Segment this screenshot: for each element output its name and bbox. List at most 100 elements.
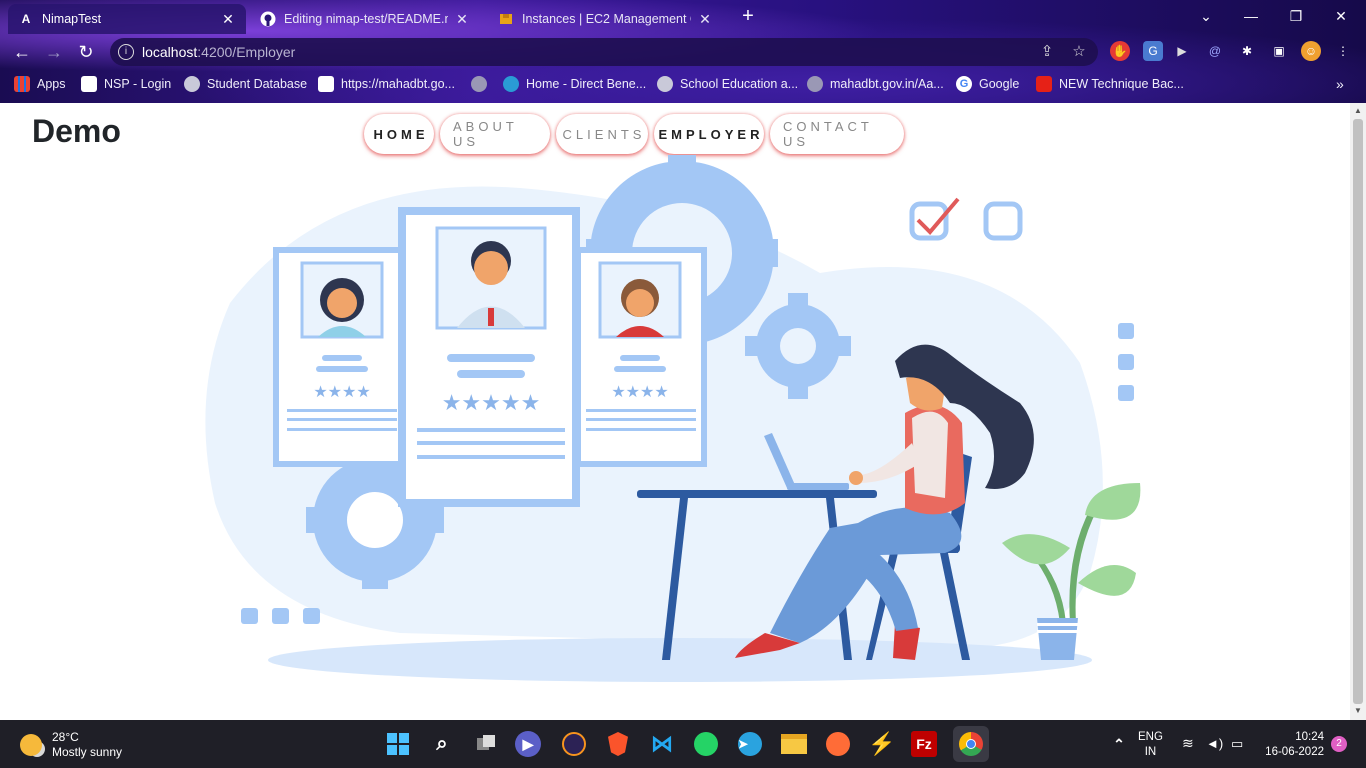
image-icon (318, 76, 334, 92)
bookmark-label: Apps (37, 77, 66, 91)
svg-text:★★★★: ★★★★ (611, 382, 668, 401)
bookmark-label: Home - Direct Bene... (526, 77, 647, 91)
weather-temp: 28°C (52, 730, 79, 744)
tab-nimaptest[interactable]: A NimapTest ✕ (8, 4, 246, 34)
weather-condition: Mostly sunny (52, 745, 123, 759)
minimize-button[interactable]: — (1231, 4, 1271, 28)
bookmark-mahadbt[interactable]: https://mahadbt.go... (318, 76, 455, 92)
bookmark-google[interactable]: G Google (956, 76, 1019, 92)
bookmark-youtube[interactable]: NEW Technique Bac... (1036, 76, 1184, 92)
scrollbar-thumb[interactable] (1353, 119, 1363, 704)
bookmark-nsp-login[interactable]: NSP - Login (81, 76, 171, 92)
profile-card-right: ★★★★ (575, 247, 707, 467)
bookmark-label: Student Database (207, 77, 308, 91)
more-bookmarks-icon[interactable]: » (1336, 76, 1344, 92)
tab-label: Instances | EC2 Management Co (522, 12, 691, 26)
dbt-icon (503, 76, 519, 92)
nsp-icon (81, 76, 97, 92)
forward-button[interactable]: → (42, 40, 66, 64)
browser-chrome: A NimapTest ✕ Editing nimap-test/README.… (0, 0, 1366, 103)
tab-ec2[interactable]: Instances | EC2 Management Co ✕ (488, 4, 723, 34)
youtube-icon (1036, 76, 1052, 92)
globe-icon (471, 76, 487, 92)
site-info-icon[interactable]: i (118, 44, 134, 60)
bookmark-label: https://mahadbt.go... (341, 77, 455, 91)
postman-icon[interactable] (823, 729, 853, 759)
notification-badge[interactable]: 2 (1331, 736, 1347, 752)
filezilla-icon[interactable]: Fz (911, 731, 937, 757)
bookmark-direct-benefit[interactable]: Home - Direct Bene... (503, 76, 646, 92)
bookmark-apps[interactable]: Apps (14, 76, 66, 92)
share-icon[interactable]: ⇪ (1038, 43, 1056, 61)
lang-region: IN (1144, 746, 1157, 758)
reload-button[interactable]: ↻ (74, 40, 98, 64)
clock-date: 16-06-2022 (1265, 746, 1324, 758)
bookmark-globe[interactable] (471, 76, 494, 92)
apps-grid-icon (14, 76, 30, 92)
bookmarks-bar: Apps NSP - Login Student Database https:… (0, 72, 1366, 96)
volume-icon[interactable]: ◄) (1206, 736, 1223, 751)
tab-github[interactable]: Editing nimap-test/README.md ✕ (250, 4, 480, 34)
bookmark-mahadbt-aa[interactable]: mahadbt.gov.in/Aa... (807, 76, 944, 92)
bookmark-star-icon[interactable]: ☆ (1070, 43, 1088, 61)
extension-link-icon[interactable]: @ (1205, 41, 1225, 61)
weather-widget[interactable]: 28°C Mostly sunny (20, 730, 122, 760)
close-icon[interactable]: ✕ (697, 11, 713, 28)
start-button[interactable] (383, 729, 413, 759)
vscode-icon[interactable]: ⋈ (647, 729, 677, 759)
extension-red-icon[interactable]: ✋ (1110, 41, 1130, 61)
url-path: :4200/Employer (197, 44, 296, 60)
teams-chat-icon[interactable]: ▶ (515, 731, 541, 757)
task-view-icon[interactable] (471, 729, 501, 759)
page-scrollbar[interactable]: ▲ ▼ (1350, 103, 1366, 720)
wifi-icon[interactable]: ≋ (1182, 736, 1194, 751)
language-indicator[interactable]: ENG IN (1138, 730, 1163, 760)
clock[interactable]: 10:24 16-06-2022 (1258, 730, 1324, 760)
database-icon (184, 76, 200, 92)
brave-icon[interactable] (603, 729, 633, 759)
close-icon[interactable]: ✕ (220, 11, 236, 28)
close-icon[interactable]: ✕ (454, 11, 470, 28)
restore-button[interactable]: ❐ (1276, 4, 1316, 28)
search-icon[interactable]: ⌕ (427, 729, 457, 759)
chrome-icon[interactable] (953, 726, 989, 762)
bookmark-label: NSP - Login (104, 77, 172, 91)
new-tab-button[interactable]: + (737, 6, 759, 28)
clock-time: 10:24 (1295, 731, 1324, 743)
telegram-icon[interactable]: ➤ (735, 729, 765, 759)
address-bar[interactable]: i localhost:4200/Employer ⇪ ☆ (110, 38, 1098, 66)
thunder-icon[interactable]: ⚡ (867, 729, 897, 759)
tab-label: Editing nimap-test/README.md (284, 12, 448, 26)
windows-taskbar: 28°C Mostly sunny ⌕ ▶ ⋈ ➤ ⚡ Fz ⌃ ENG IN … (0, 720, 1366, 768)
bookmark-student-database[interactable]: Student Database (184, 76, 307, 92)
checkbox-empty-icon (983, 201, 1023, 241)
recruitment-illustration: ★★★★ ★★★★ ★★★★★ (205, 155, 1141, 682)
profile-avatar[interactable]: ☺ (1301, 41, 1321, 61)
svg-text:★★★★★: ★★★★★ (442, 391, 541, 416)
url-host: localhost (142, 44, 198, 60)
tab-strip: A NimapTest ✕ Editing nimap-test/README.… (0, 0, 1366, 34)
extensions-puzzle-icon[interactable]: ✱ (1237, 41, 1257, 61)
scroll-up-icon[interactable]: ▲ (1354, 106, 1362, 115)
side-panel-icon[interactable]: ▣ (1269, 41, 1289, 61)
database-icon (657, 76, 673, 92)
scroll-down-icon[interactable]: ▼ (1354, 706, 1362, 715)
battery-icon[interactable]: ▭ (1231, 736, 1243, 751)
eclipse-icon[interactable] (559, 729, 589, 759)
globe-icon (807, 76, 823, 92)
profile-card-center: ★★★★★ (398, 207, 580, 507)
google-translate-icon[interactable]: G (1143, 41, 1163, 61)
bookmark-school-education[interactable]: School Education a... (657, 76, 798, 92)
tray-chevron-icon[interactable]: ⌃ (1104, 729, 1134, 759)
whatsapp-icon[interactable] (691, 729, 721, 759)
back-button[interactable]: ← (10, 40, 34, 64)
close-window-button[interactable]: ✕ (1321, 4, 1361, 28)
aws-icon (498, 11, 514, 27)
extension-play-icon[interactable]: ▶ (1172, 41, 1192, 61)
lang-code: ENG (1138, 731, 1163, 743)
menu-dots-icon[interactable]: ⋮ (1333, 41, 1353, 61)
file-explorer-icon[interactable] (779, 729, 809, 759)
bookmark-label: School Education a... (680, 77, 799, 91)
tab-search-icon[interactable]: ⌄ (1186, 4, 1226, 28)
url-text[interactable]: localhost:4200/Employer (142, 44, 295, 60)
